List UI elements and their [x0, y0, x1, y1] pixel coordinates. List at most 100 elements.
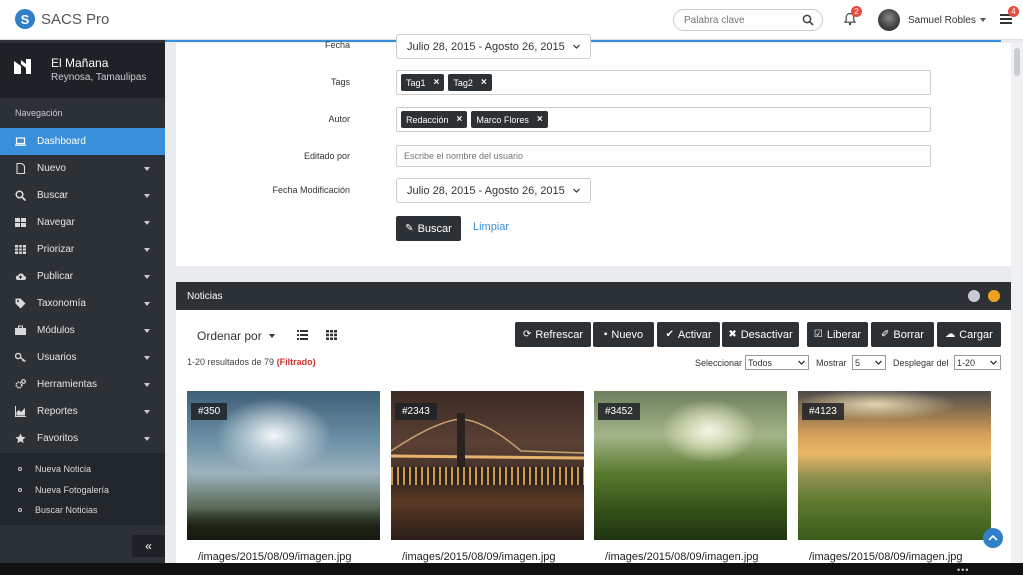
sidebar-item-dashboard[interactable]: Dashboard: [0, 128, 165, 155]
fecha-range-picker[interactable]: Julio 28, 2015 - Agosto 26, 2015: [396, 34, 591, 59]
remove-author-icon[interactable]: ×: [537, 114, 543, 125]
brand[interactable]: S SACS Pro: [15, 9, 109, 29]
sidebar-item-label: Herramientas: [37, 379, 98, 390]
display-range-dropdown[interactable]: 1-20: [954, 355, 1001, 370]
check-square-icon: ☑: [813, 329, 823, 340]
sidebar-item-label: Favoritos: [37, 433, 79, 444]
sidebar-item-nuevo[interactable]: Nuevo: [0, 155, 165, 182]
scroll-to-top-button[interactable]: [983, 528, 1003, 548]
sidebar: El Mañana Reynosa, Tamaulipas Navegación…: [0, 43, 165, 575]
news-card[interactable]: #3452 /images/2015/08/09/imagen.jpg: [594, 391, 787, 563]
news-image-path: /images/2015/08/09/imagen.jpg: [402, 551, 556, 563]
autor-input[interactable]: Redacción × Marco Flores ×: [396, 107, 931, 132]
favorite-label: Nueva Noticia: [35, 464, 92, 475]
filtered-indicator: (Filtrado): [276, 357, 316, 367]
sidebar-item-modulos[interactable]: Módulos: [0, 317, 165, 344]
bullet-icon: [18, 467, 22, 472]
delete-button-label: Borrar: [893, 328, 924, 341]
list-view-icon[interactable]: [297, 330, 308, 340]
favorite-item[interactable]: Buscar Noticias: [0, 500, 165, 521]
activate-button[interactable]: ✔ Activar: [657, 322, 720, 347]
remove-tag-icon[interactable]: ×: [434, 77, 440, 88]
select-value: Todos: [748, 357, 773, 368]
news-thumbnail[interactable]: #4123: [798, 391, 991, 540]
sidebar-item-label: Buscar: [37, 190, 69, 201]
filter-panel: Fecha Julio 28, 2015 - Agosto 26, 2015 T…: [176, 34, 1011, 266]
sidebar-item-usuarios[interactable]: Usuarios: [0, 344, 165, 371]
sidebar-item-label: Publicar: [37, 271, 74, 282]
result-count-text: 1-20 resultados de 79: [187, 357, 275, 367]
fecha-mod-range-picker[interactable]: Julio 28, 2015 - Agosto 26, 2015: [396, 178, 591, 203]
site-city: Reynosa, Tamaulipas: [51, 72, 147, 83]
deactivate-button[interactable]: ✖ Desactivar: [722, 322, 799, 347]
scrollbar-thumb[interactable]: [1014, 48, 1020, 76]
sidebar-item-priorizar[interactable]: Priorizar: [0, 236, 165, 263]
city-lights: [391, 467, 584, 485]
news-thumbnail[interactable]: #350: [187, 391, 380, 540]
favorite-item[interactable]: Nueva Noticia: [0, 459, 165, 480]
minimize-dot-icon[interactable]: [988, 290, 1000, 302]
sidebar-item-label: Taxonomía: [37, 298, 86, 309]
select-dropdown[interactable]: Todos: [745, 355, 809, 370]
tag-chip: Tag1 ×: [401, 74, 445, 91]
news-panel: Ordenar por ⟳ Refrescar ▪ Nuevo ✔ Activar ✖…: [176, 310, 1011, 575]
editado-por-input[interactable]: [396, 145, 931, 167]
delete-button[interactable]: ✐ Borrar: [871, 322, 934, 347]
site-selector[interactable]: El Mañana Reynosa, Tamaulipas: [0, 43, 165, 98]
grid-view-icon[interactable]: [326, 330, 337, 340]
site-name: El Mañana: [51, 56, 109, 70]
show-dropdown[interactable]: 5: [852, 355, 886, 370]
sidebar-item-publicar[interactable]: Publicar: [0, 263, 165, 290]
favorite-item[interactable]: Nueva Fotogalería: [0, 480, 165, 501]
news-thumbnail[interactable]: #3452: [594, 391, 787, 540]
search-button[interactable]: ✎ Buscar: [396, 216, 461, 241]
caret-down-icon: [268, 334, 275, 338]
favorite-label: Buscar Noticias: [35, 505, 98, 516]
news-id-badge: #350: [191, 403, 228, 420]
tag-chip-label: Tag1: [406, 77, 426, 88]
chevron-down-icon: [572, 188, 580, 193]
more-dots-icon[interactable]: •••: [957, 565, 969, 575]
sort-dropdown[interactable]: Ordenar por: [197, 329, 275, 343]
news-card[interactable]: #2343 /images/2015/08/09/imagen.jpg: [391, 391, 584, 563]
file-icon: ▪: [603, 329, 608, 340]
news-id-badge: #4123: [802, 403, 844, 420]
search-input[interactable]: [684, 14, 794, 26]
search-icon[interactable]: [802, 14, 814, 26]
remove-author-icon[interactable]: ×: [457, 114, 463, 125]
app-name: SACS Pro: [41, 10, 110, 28]
page-scrollbar[interactable]: [1011, 43, 1023, 563]
sidebar-item-herramientas[interactable]: Herramientas: [0, 371, 165, 398]
chevron-down-icon: [798, 360, 805, 365]
news-card[interactable]: #350 /images/2015/08/09/imagen.jpg: [187, 391, 380, 563]
clear-link[interactable]: Limpiar: [473, 221, 509, 233]
eraser-icon: ✐: [881, 329, 890, 340]
new-button[interactable]: ▪ Nuevo: [593, 322, 654, 347]
sidebar-item-favoritos[interactable]: Favoritos: [0, 425, 165, 452]
remove-tag-icon[interactable]: ×: [481, 77, 487, 88]
sidebar-item-reportes[interactable]: Reportes: [0, 398, 165, 425]
news-thumbnail[interactable]: #2343: [391, 391, 584, 540]
bullet-icon: [18, 487, 22, 492]
star-icon: [15, 433, 26, 444]
news-card[interactable]: #4123 /images/2015/08/09/imagen.jpg: [798, 391, 991, 563]
refresh-button-label: Refrescar: [535, 328, 584, 341]
release-button[interactable]: ☑ Liberar: [807, 322, 868, 347]
refresh-button[interactable]: ⟳ Refrescar: [515, 322, 591, 347]
settings-dot-icon[interactable]: [968, 290, 980, 302]
sidebar-item-navegar[interactable]: Navegar: [0, 209, 165, 236]
sidebar-item-buscar[interactable]: Buscar: [0, 182, 165, 209]
tags-input[interactable]: Tag1 × Tag2 ×: [396, 70, 931, 95]
user-menu[interactable]: Samuel Robles: [878, 9, 986, 31]
user-name: Samuel Robles: [908, 14, 976, 26]
collapse-sidebar-button[interactable]: «: [132, 535, 165, 557]
tasks-badge: 4: [1008, 6, 1019, 17]
caret-down-icon: [144, 383, 150, 387]
sidebar-item-taxonomia[interactable]: Taxonomía: [0, 290, 165, 317]
upload-button[interactable]: ☁ Cargar: [937, 322, 1001, 347]
fecha-mod-range-value: Julio 28, 2015 - Agosto 26, 2015: [407, 184, 565, 197]
deactivate-button-label: Desactivar: [740, 328, 793, 341]
search-box[interactable]: [673, 9, 823, 31]
check-icon: ✔: [665, 329, 674, 340]
notifications-badge: 2: [851, 6, 862, 17]
